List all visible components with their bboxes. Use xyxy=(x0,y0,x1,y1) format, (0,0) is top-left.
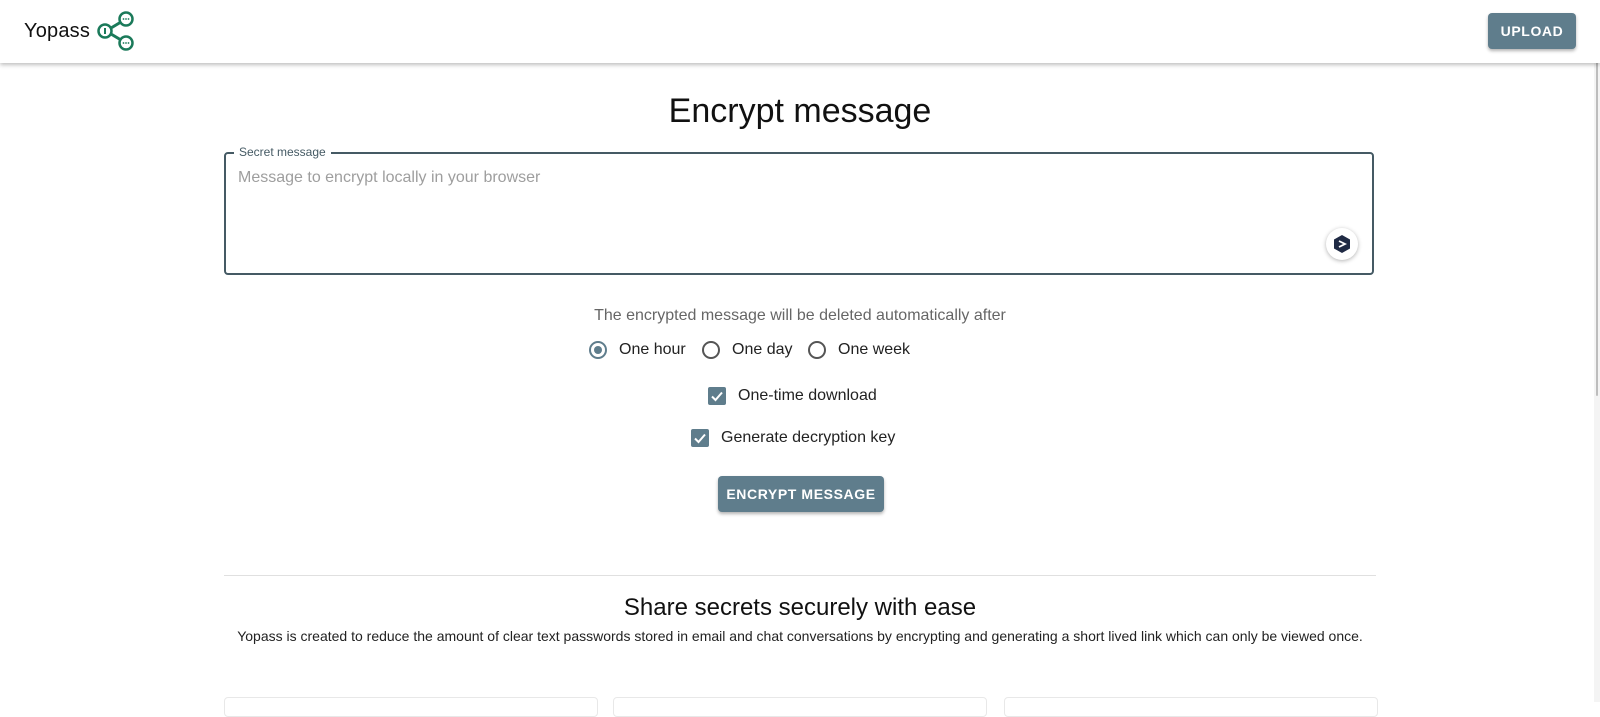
checkmark-icon xyxy=(711,391,723,402)
secret-message-input[interactable] xyxy=(238,169,1338,259)
radio-one-week[interactable] xyxy=(808,341,826,359)
radio-label-one-week: One week xyxy=(838,341,911,358)
feature-card xyxy=(1004,697,1378,717)
one-time-download-option[interactable]: One-time download xyxy=(708,383,877,409)
feature-card xyxy=(613,697,987,717)
checkmark-icon xyxy=(694,433,706,444)
share-nodes-icon xyxy=(97,11,134,51)
expiration-label: The encrypted message will be deleted au… xyxy=(594,307,1006,324)
upload-button[interactable]: UPLOAD xyxy=(1488,13,1576,49)
section-divider xyxy=(224,575,1376,576)
generate-key-label: Generate decryption key xyxy=(721,429,896,446)
radio-label-one-hour: One hour xyxy=(619,341,686,358)
extension-badge-icon[interactable] xyxy=(1326,228,1358,260)
radio-option-one-hour[interactable]: One hour xyxy=(589,337,686,363)
secret-message-field: Secret message xyxy=(224,145,1374,275)
info-title: Share secrets securely with ease xyxy=(623,594,977,621)
hexagon-icon xyxy=(1334,235,1350,253)
brand-link[interactable]: Yopass xyxy=(24,10,136,52)
generate-key-option[interactable]: Generate decryption key xyxy=(691,425,895,451)
one-time-download-checkbox[interactable] xyxy=(708,387,726,405)
app-bar: Yopass UPLOAD xyxy=(0,0,1600,63)
radio-option-one-week[interactable]: One week xyxy=(808,337,910,363)
brand-name: Yopass xyxy=(24,19,91,42)
radio-one-hour[interactable] xyxy=(589,341,607,359)
radio-one-day[interactable] xyxy=(702,341,720,359)
radio-label-one-day: One day xyxy=(732,341,793,358)
encrypt-message-button[interactable]: ENCRYPT MESSAGE xyxy=(718,476,884,512)
one-time-download-label: One-time download xyxy=(738,387,877,404)
feature-card xyxy=(224,697,598,717)
radio-option-one-day[interactable]: One day xyxy=(702,337,792,363)
info-description: Yopass is created to reduce the amount o… xyxy=(237,628,1363,644)
page-title: Encrypt message xyxy=(668,92,932,130)
generate-key-checkbox[interactable] xyxy=(691,429,709,447)
secret-message-label: Secret message xyxy=(234,145,331,159)
